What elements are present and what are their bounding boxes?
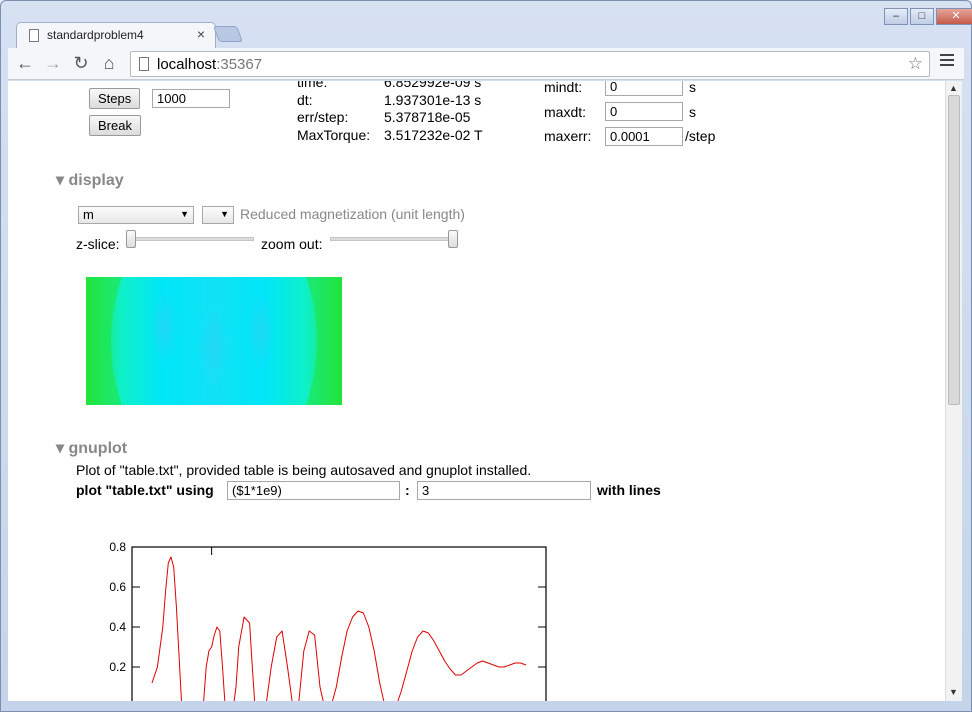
url-host: localhost (157, 56, 217, 73)
scroll-up-icon[interactable]: ▲ (949, 83, 958, 93)
maxerr-label: maxerr: (544, 128, 592, 144)
scroll-down-icon[interactable]: ▼ (949, 687, 958, 697)
y-expression-input[interactable]: 3 (417, 481, 591, 500)
time-value: 6.852992e-09 s (384, 81, 482, 90)
y-tick-label: 0 (119, 700, 126, 701)
scrollbar-thumb[interactable] (948, 95, 960, 405)
maxdt-unit: s (689, 104, 696, 120)
back-arrow-icon[interactable]: ← (14, 53, 36, 73)
maximize-button[interactable]: □ (910, 8, 934, 25)
menu-icon[interactable] (940, 54, 954, 69)
err-step-label: err/step: (297, 109, 349, 125)
magnetization-image[interactable] (86, 277, 342, 405)
close-tab-icon[interactable]: × (197, 26, 205, 42)
display-section-toggle[interactable]: ▾ display (56, 170, 124, 190)
toolbar: ← → ↻ ⌂ localhost:35367 ☆ (8, 48, 964, 80)
steps-input[interactable]: 1000 (152, 89, 230, 108)
display-description: Reduced magnetization (unit length) (240, 206, 465, 222)
maxtorque-value: 3.517232e-02 T (384, 127, 483, 143)
bookmark-star-icon[interactable]: ☆ (908, 54, 923, 74)
quantity-select-value: m (83, 207, 94, 222)
dt-label: dt: (297, 92, 313, 108)
zslice-label: z-slice: (76, 236, 120, 252)
component-select[interactable]: ▼ (202, 206, 234, 224)
y-tick-label: 0.8 (109, 540, 126, 554)
url-port: :35367 (216, 56, 263, 73)
mindt-label: mindt: (544, 81, 583, 95)
break-button[interactable]: Break (89, 115, 141, 136)
maxdt-label: maxdt: (544, 104, 587, 120)
home-icon[interactable]: ⌂ (98, 53, 120, 73)
maxerr-unit: /step (685, 128, 716, 144)
address-bar[interactable]: localhost:35367 ☆ (130, 51, 930, 77)
mindt-unit: s (689, 81, 696, 95)
plot-command-prefix: plot "table.txt" using (76, 482, 214, 498)
page-icon (29, 29, 39, 42)
chevron-down-icon: ▼ (220, 209, 229, 219)
gnuplot-section-toggle[interactable]: ▾ gnuplot (56, 438, 127, 458)
colon-separator: : (405, 482, 410, 498)
maxdt-input[interactable]: 0 (605, 102, 683, 121)
zslice-slider[interactable] (126, 237, 254, 241)
steps-button[interactable]: Steps (89, 88, 141, 109)
vertical-scrollbar[interactable]: ▲ ▼ (945, 81, 962, 701)
gnuplot-chart: 0.8 0.6 0.4 0.2 0 (109, 540, 547, 701)
zslice-slider-handle[interactable] (126, 230, 136, 248)
tab-title: standardproblem4 (47, 28, 144, 42)
time-label: time: (297, 81, 328, 90)
y-tick-label: 0.2 (109, 660, 126, 674)
plot-frame (131, 546, 547, 701)
y-tick-label: 0.6 (109, 580, 126, 594)
forward-arrow-icon[interactable]: → (42, 53, 64, 73)
err-step-value: 5.378718e-05 (384, 109, 471, 125)
quantity-select[interactable]: m ▼ (78, 206, 194, 224)
minimize-button[interactable]: ‒ (884, 8, 908, 25)
zoom-slider[interactable] (330, 237, 458, 241)
reload-icon[interactable]: ↻ (70, 53, 92, 73)
gnuplot-description: Plot of "table.txt", provided table is b… (76, 462, 532, 478)
url-text: localhost:35367 (157, 56, 262, 73)
y-tick-label: 0.4 (109, 620, 126, 634)
x-expression-input[interactable]: ($1*1e9) (227, 481, 400, 500)
dt-value: 1.937301e-13 s (384, 92, 482, 108)
mindt-input[interactable]: 0 (605, 81, 683, 96)
zoom-label: zoom out: (261, 236, 323, 252)
browser-tab[interactable]: standardproblem4 × (16, 22, 216, 48)
close-window-button[interactable]: ✕ (936, 8, 972, 25)
maxerr-input[interactable]: 0.0001 (605, 127, 683, 146)
maxtorque-label: MaxTorque: (297, 127, 371, 143)
chevron-down-icon: ▼ (180, 209, 189, 219)
series-line (151, 556, 527, 701)
plot-command-suffix: with lines (597, 482, 661, 498)
page-content: Steps 1000 Break time: 6.852992e-09 s dt… (8, 81, 945, 701)
zoom-slider-handle[interactable] (448, 230, 458, 248)
page-icon (139, 57, 149, 71)
browser-window: ‒ □ ✕ standardproblem4 × ← → ↻ ⌂ localho… (0, 0, 972, 712)
